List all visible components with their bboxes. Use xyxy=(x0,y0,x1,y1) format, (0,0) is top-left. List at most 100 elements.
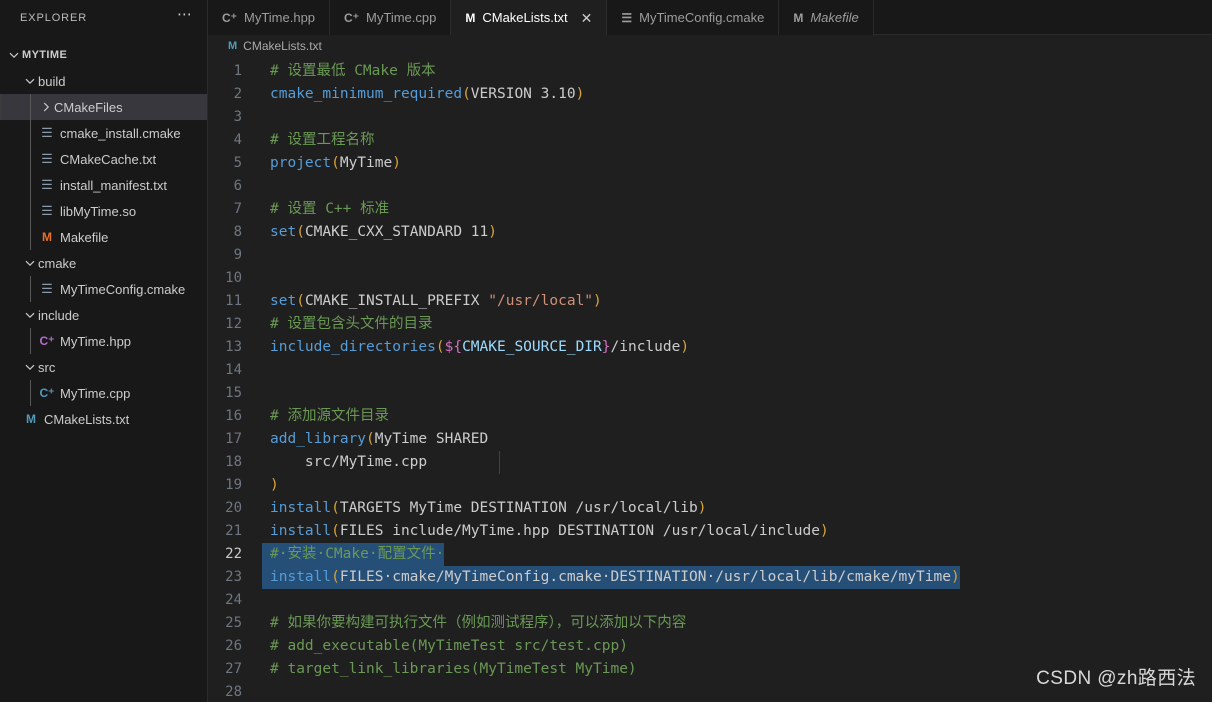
line-content[interactable]: cmake_minimum_required(VERSION 3.10) xyxy=(262,83,584,106)
line-number: 24 xyxy=(225,592,242,608)
chevron-down-icon xyxy=(22,307,38,323)
tree-item-cmake-install-cmake[interactable]: ☰ cmake_install.cmake xyxy=(0,120,207,146)
line-content[interactable]: # 设置最低 CMake 版本 xyxy=(262,60,436,83)
line-content[interactable]: include_directories(${CMAKE_SOURCE_DIR}/… xyxy=(262,336,689,359)
line-content[interactable]: project(MyTime) xyxy=(262,152,401,175)
line-content[interactable]: install(FILES·cmake/MyTimeConfig.cmake·D… xyxy=(262,566,960,589)
line-content[interactable]: src/MyTime.cpp xyxy=(262,451,427,474)
line-number: 6 xyxy=(233,178,242,194)
code-lines[interactable]: 1 # 设置最低 CMake 版本 2 cmake_minimum_required(… xyxy=(208,57,1212,702)
tree-item-cmakelists-txt[interactable]: M CMakeLists.txt xyxy=(0,406,207,432)
line-number: 25 xyxy=(225,615,242,631)
tree-item-libmytime-so[interactable]: ☰ libMyTime.so xyxy=(0,198,207,224)
code-line[interactable]: 21 install(FILES include/MyTime.hpp DESTI… xyxy=(208,520,1212,543)
tree-item-cmakecache-txt[interactable]: ☰ CMakeCache.txt xyxy=(0,146,207,172)
code-line[interactable]: 12 # 设置包含头文件的目录 xyxy=(208,313,1212,336)
close-icon[interactable]: ✕ xyxy=(581,11,593,25)
tree-item-mytime-hpp[interactable]: C⁺ MyTime.hpp xyxy=(0,328,207,354)
chevron-down-icon xyxy=(22,359,38,375)
tab-mytimeconfig-cmake[interactable]: ☰ MyTimeConfig.cmake xyxy=(607,0,780,35)
watermark-text: CSDN @zh路西法 xyxy=(1036,668,1196,689)
tree-root-mytime[interactable]: MYTIME xyxy=(0,42,207,68)
explorer-title: EXPLORER xyxy=(20,11,88,24)
code-line[interactable]: 18 src/MyTime.cpp xyxy=(208,451,1212,474)
tab-mytime-hpp[interactable]: C⁺ MyTime.hpp xyxy=(208,0,331,35)
tree-item-list: build CMakeFiles ☰ cmake_install.cmake ☰ CMak… xyxy=(0,68,207,432)
tree-item-cmake[interactable]: cmake xyxy=(0,250,207,276)
code-line[interactable]: 13 include_directories(${CMAKE_SOURCE_DIR… xyxy=(208,336,1212,359)
line-content[interactable]: #·安装·CMake·配置文件· xyxy=(262,543,445,566)
line-number: 12 xyxy=(225,316,242,332)
code-line[interactable]: 17 add_library(MyTime SHARED xyxy=(208,428,1212,451)
line-content[interactable]: set(CMAKE_CXX_STANDARD 11) xyxy=(262,221,497,244)
tab-makefile[interactable]: M Makefile xyxy=(779,0,874,35)
more-actions-icon[interactable]: ⋯ xyxy=(177,7,193,25)
code-line[interactable]: 19) xyxy=(208,474,1212,497)
code-line[interactable]: 23 install(FILES·cmake/MyTimeConfig.cmake… xyxy=(208,566,1212,589)
line-content[interactable]: # add_executable(MyTimeTest src/test.cpp… xyxy=(262,635,628,658)
code-line[interactable]: 3 xyxy=(208,106,1212,129)
tree-item-label: include xyxy=(38,307,80,323)
line-content[interactable]: set(CMAKE_INSTALL_PREFIX "/usr/local") xyxy=(262,290,602,313)
file-icon-cpp-purple: C⁺ xyxy=(39,334,55,348)
line-number: 19 xyxy=(225,477,242,493)
tree-item-label: CMakeLists.txt xyxy=(44,411,130,427)
breadcrumb[interactable]: M CMakeLists.txt xyxy=(208,35,1212,57)
line-number: 1 xyxy=(233,63,242,79)
code-line[interactable]: 11 set(CMAKE_INSTALL_PREFIX "/usr/local") xyxy=(208,290,1212,313)
line-content[interactable]: add_library(MyTime SHARED xyxy=(262,428,488,451)
code-line[interactable]: 22 #·安装·CMake·配置文件· xyxy=(208,543,1212,566)
line-number: 16 xyxy=(225,408,242,424)
tree-item-label: src xyxy=(38,359,56,375)
code-line[interactable]: 8 set(CMAKE_CXX_STANDARD 11) xyxy=(208,221,1212,244)
line-content[interactable]: # 添加源文件目录 xyxy=(262,405,389,428)
line-number: 4 xyxy=(233,132,242,148)
code-line[interactable]: 1 # 设置最低 CMake 版本 xyxy=(208,60,1212,83)
line-content[interactable]: # 设置包含头文件的目录 xyxy=(262,313,432,336)
tab-label: MyTime.cpp xyxy=(366,10,437,25)
line-content[interactable]: install(FILES include/MyTime.hpp DESTINA… xyxy=(262,520,829,543)
tree-item-include[interactable]: include xyxy=(0,302,207,328)
line-number: 17 xyxy=(225,431,242,447)
code-line[interactable]: 7 # 设置 C++ 标准 xyxy=(208,198,1212,221)
line-content[interactable]: # 如果你要构建可执行文件（例如测试程序），可以添加以下内容 xyxy=(262,612,686,635)
code-line[interactable]: 9 xyxy=(208,244,1212,267)
code-line[interactable]: 10 xyxy=(208,267,1212,290)
tree-item-label: CMakeFiles xyxy=(54,99,123,115)
tree-item-install-manifest-txt[interactable]: ☰ install_manifest.txt xyxy=(0,172,207,198)
code-line[interactable]: 5 project(MyTime) xyxy=(208,152,1212,175)
code-line[interactable]: 14 xyxy=(208,359,1212,382)
file-icon-txt: ☰ xyxy=(41,177,53,192)
indent-guide xyxy=(499,451,500,474)
tab-mytime-cpp[interactable]: C⁺ MyTime.cpp xyxy=(330,0,452,35)
tree-item-mytimeconfig-cmake[interactable]: ☰ MyTimeConfig.cmake xyxy=(0,276,207,302)
code-line[interactable]: 26 # add_executable(MyTimeTest src/test.c… xyxy=(208,635,1212,658)
tree-item-makefile[interactable]: M Makefile xyxy=(0,224,207,250)
code-line[interactable]: 20 install(TARGETS MyTime DESTINATION /us… xyxy=(208,497,1212,520)
code-line[interactable]: 2 cmake_minimum_required(VERSION 3.10) xyxy=(208,83,1212,106)
line-content[interactable]: install(TARGETS MyTime DESTINATION /usr/… xyxy=(262,497,707,520)
code-line[interactable]: 4 # 设置工程名称 xyxy=(208,129,1212,152)
code-line[interactable]: 25 # 如果你要构建可执行文件（例如测试程序），可以添加以下内容 xyxy=(208,612,1212,635)
tree-item-cmakefiles[interactable]: CMakeFiles xyxy=(0,94,207,120)
tree-item-label: Makefile xyxy=(60,229,109,245)
breadcrumb-label[interactable]: CMakeLists.txt xyxy=(243,39,322,53)
breadcrumb-file-icon: M xyxy=(228,40,238,52)
line-content[interactable]: # 设置 C++ 标准 xyxy=(262,198,389,221)
tab-cmakelists-txt[interactable]: M CMakeLists.txt ✕ xyxy=(451,0,608,36)
line-number: 2 xyxy=(233,86,242,102)
line-content[interactable]: # target_link_libraries(MyTimeTest MyTim… xyxy=(262,658,637,681)
code-line[interactable]: 24 xyxy=(208,589,1212,612)
tree-item-build[interactable]: build xyxy=(0,68,207,94)
code-line[interactable]: 16 # 添加源文件目录 xyxy=(208,405,1212,428)
tree-item-mytime-cpp[interactable]: C⁺ MyTime.cpp xyxy=(0,380,207,406)
code-line[interactable]: 6 xyxy=(208,175,1212,198)
tab-label: MyTimeConfig.cmake xyxy=(639,10,765,25)
line-content[interactable]: # 设置工程名称 xyxy=(262,129,374,152)
code-editor[interactable]: 1 # 设置最低 CMake 版本 2 cmake_minimum_required(… xyxy=(208,57,1212,702)
line-content[interactable]: ) xyxy=(262,474,279,497)
editor-area: C⁺ MyTime.hpp C⁺ MyTime.cpp M CMakeLists.txt ✕… xyxy=(208,0,1212,702)
tree-item-src[interactable]: src xyxy=(0,354,207,380)
file-icon-txt: ☰ xyxy=(41,203,53,218)
code-line[interactable]: 15 xyxy=(208,382,1212,405)
